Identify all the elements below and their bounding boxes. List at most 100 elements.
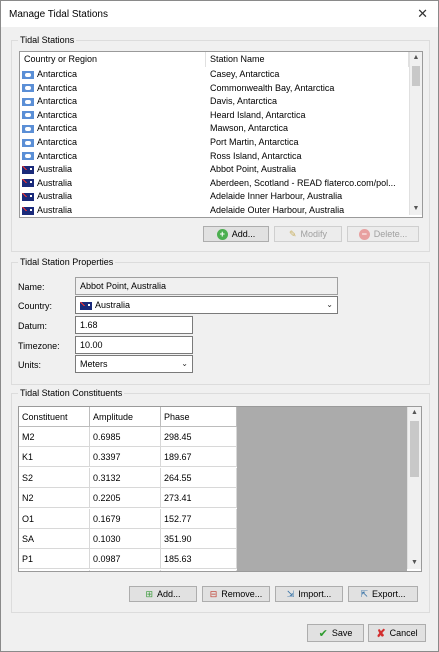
antarctica-flag-icon	[22, 125, 34, 134]
station-row-name[interactable]: Casey, Antarctica	[210, 68, 405, 82]
grid-cell[interactable]: M2	[19, 427, 90, 447]
remove-constituent-label: Remove...	[221, 589, 263, 599]
station-row-country[interactable]: Antarctica	[22, 68, 204, 82]
station-row-country[interactable]: Antarctica	[22, 136, 204, 150]
country-dropdown[interactable]: Australia ⌄	[75, 296, 338, 314]
scroll-down-arrow-icon[interactable]: ▼	[408, 557, 421, 569]
station-row-name[interactable]: Heard Island, Antarctica	[210, 109, 405, 123]
grid-cell[interactable]: 351.90	[161, 529, 237, 549]
datum-field[interactable]: 1.68	[75, 316, 193, 334]
station-row-country[interactable]: Antarctica	[22, 122, 204, 136]
antarctica-flag-icon	[22, 70, 34, 79]
grid-cell[interactable]: O1	[19, 508, 90, 529]
x-icon: ✘	[376, 627, 386, 640]
grid-column-header[interactable]: Constituent	[19, 407, 90, 427]
grid-cell[interactable]: 273.41	[161, 488, 237, 509]
modify-station-button[interactable]: ✎ Modify	[274, 226, 342, 242]
country-value: Australia	[95, 300, 131, 310]
cancel-button[interactable]: ✘ Cancel	[368, 624, 426, 642]
chevron-down-icon: ⌄	[326, 300, 333, 309]
grid-cell[interactable]: K2	[19, 569, 90, 571]
station-row-name[interactable]: Adelaide Inner Harbour, Australia	[210, 190, 405, 204]
station-row-name[interactable]: Mawson, Antarctica	[210, 122, 405, 136]
grid-cell[interactable]: 298.45	[161, 427, 237, 447]
datum-label: Datum:	[18, 321, 48, 331]
grid-cell[interactable]: N2	[19, 488, 90, 509]
column-header-station[interactable]: Station Name	[206, 52, 409, 67]
grid-cell[interactable]: 0.0862	[90, 569, 161, 571]
station-row-name[interactable]: Aberdeen, Scotland - READ flaterco.com/p…	[210, 177, 405, 191]
add-constituent-label: Add...	[157, 589, 181, 599]
grid-cell[interactable]: 263.28	[161, 569, 237, 571]
grid-column-header[interactable]: Phase	[161, 407, 237, 427]
station-row-name[interactable]: Abbot Point, Australia	[210, 163, 405, 177]
antarctica-flag-icon	[22, 152, 34, 161]
grid-cell[interactable]: 0.1679	[90, 508, 161, 529]
units-dropdown[interactable]: Meters ⌄	[75, 355, 193, 373]
scrollbar-thumb[interactable]	[410, 421, 419, 477]
save-label: Save	[331, 628, 353, 638]
station-row-name[interactable]: Commonwealth Bay, Antarctica	[210, 82, 405, 96]
grid-cell[interactable]: 0.6985	[90, 427, 161, 447]
stations-list[interactable]: Country or Region Station Name Antarctic…	[19, 51, 423, 218]
station-row-name[interactable]: Adelaide Outer Harbour, Australia	[210, 204, 405, 217]
station-row-name[interactable]: Davis, Antarctica	[210, 95, 405, 109]
grid-cell[interactable]: 152.77	[161, 508, 237, 529]
station-row-country[interactable]: Antarctica	[22, 82, 204, 96]
station-row-country[interactable]: Australia	[22, 204, 204, 217]
station-row-country[interactable]: Australia	[22, 177, 204, 191]
grid-cell[interactable]: 0.0987	[90, 549, 161, 570]
scroll-down-arrow-icon[interactable]: ▼	[410, 203, 422, 215]
grid-cell[interactable]: 0.3132	[90, 467, 161, 488]
delete-station-button[interactable]: − Delete...	[347, 226, 419, 242]
stations-scrollbar[interactable]: ▲ ▼	[409, 52, 422, 215]
remove-constituent-button[interactable]: ⊟ Remove...	[202, 586, 270, 602]
chevron-down-icon: ⌄	[181, 359, 188, 368]
australia-flag-icon	[22, 179, 34, 188]
country-text: Australia	[37, 177, 73, 188]
station-row-name[interactable]: Ross Island, Antarctica	[210, 150, 405, 164]
grid-cell[interactable]: 0.3397	[90, 447, 161, 468]
column-header-country[interactable]: Country or Region	[20, 52, 206, 67]
grid-cell[interactable]: K1	[19, 447, 90, 468]
scrollbar-thumb[interactable]	[412, 66, 420, 86]
station-row-name[interactable]: Port Martin, Antarctica	[210, 136, 405, 150]
import-constituents-button[interactable]: ⇲ Import...	[275, 586, 343, 602]
station-row-country[interactable]: Australia	[22, 190, 204, 204]
add-station-button[interactable]: + Add...	[203, 226, 269, 242]
import-constituents-label: Import...	[298, 589, 332, 599]
grid-column-header[interactable]: Amplitude	[90, 407, 161, 427]
timezone-field[interactable]: 10.00	[75, 336, 193, 354]
scroll-up-arrow-icon[interactable]: ▲	[408, 407, 421, 419]
station-row-country[interactable]: Antarctica	[22, 150, 204, 164]
antarctica-flag-icon	[22, 111, 34, 120]
grid-cell[interactable]: 0.2205	[90, 488, 161, 509]
station-row-country[interactable]: Antarctica	[22, 95, 204, 109]
close-icon[interactable]: ✕	[417, 6, 428, 22]
name-field[interactable]: Abbot Point, Australia	[75, 277, 338, 295]
import-icon: ⇲	[286, 588, 295, 599]
station-row-country[interactable]: Antarctica	[22, 109, 204, 123]
station-row-country[interactable]: Australia	[22, 163, 204, 177]
grid-cell[interactable]: 185.63	[161, 549, 237, 570]
save-button[interactable]: ✔ Save	[307, 624, 364, 642]
tidal-stations-group: Tidal Stations Country or Region Station…	[11, 35, 430, 252]
country-label: Country:	[18, 301, 53, 311]
grid-cell[interactable]: 264.55	[161, 467, 237, 488]
add-constituent-button[interactable]: ⊞ Add...	[129, 586, 197, 602]
export-constituents-button[interactable]: ⇱ Export...	[348, 586, 418, 602]
constituents-scrollbar[interactable]: ▲ ▼	[407, 407, 421, 569]
grid-cell[interactable]: S2	[19, 467, 90, 488]
manage-tidal-stations-window: Manage Tidal Stations ✕ Tidal Stations C…	[0, 0, 439, 652]
scroll-up-arrow-icon[interactable]: ▲	[410, 52, 422, 64]
grid-cell[interactable]: 189.67	[161, 447, 237, 468]
grid-cell[interactable]: 0.1030	[90, 529, 161, 549]
country-text: Australia	[37, 164, 73, 175]
cancel-label: Cancel	[389, 628, 418, 638]
country-text: Australia	[37, 205, 73, 215]
country-text: Antarctica	[37, 96, 78, 107]
grid-cell[interactable]: SA	[19, 529, 90, 549]
australia-flag-icon	[22, 206, 34, 215]
grid-cell[interactable]: P1	[19, 549, 90, 570]
constituents-grid[interactable]: Constituent Amplitude Phase M2 0.6985 298.45 K…	[18, 406, 422, 572]
